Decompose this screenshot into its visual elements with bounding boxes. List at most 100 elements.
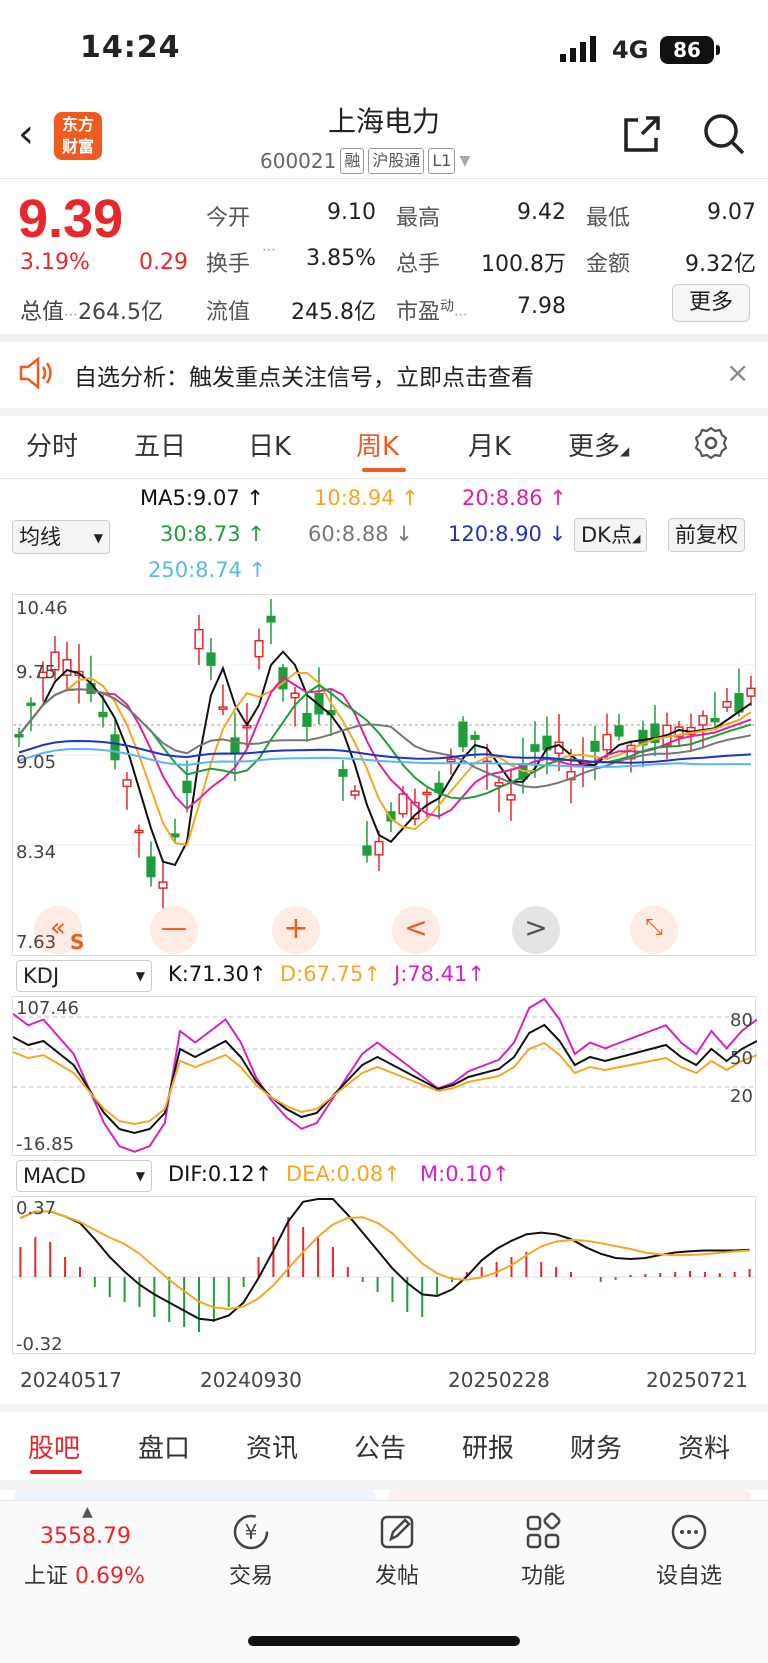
- tab-five-day[interactable]: 五日: [134, 426, 186, 463]
- section-gap: [0, 1480, 768, 1490]
- tab-announcements[interactable]: 公告: [354, 1428, 406, 1465]
- x-date: 20240930: [200, 1368, 302, 1392]
- kdj-chart[interactable]: [12, 996, 758, 1156]
- ma20-text: 20:8.86: [462, 486, 543, 510]
- svg-text:¥: ¥: [245, 1520, 258, 1544]
- total-cap: 总值⋯264.5亿: [20, 300, 163, 325]
- section-gap: [0, 1404, 768, 1412]
- tab-monthly-k[interactable]: 月K: [468, 426, 511, 463]
- current-price: 9.39: [18, 189, 124, 249]
- indicator-select[interactable]: 均线 ▼: [12, 520, 110, 554]
- index-name-text: 上证: [24, 1564, 69, 1589]
- candle-body: [506, 794, 516, 801]
- more-button[interactable]: 更多: [672, 284, 750, 322]
- dropdown-icon: ▼: [93, 531, 103, 545]
- zoom-out-button[interactable]: —: [150, 906, 198, 954]
- zoom-in-button[interactable]: +: [272, 906, 320, 954]
- edit-icon: [380, 1515, 414, 1549]
- gear-icon[interactable]: [694, 426, 728, 460]
- tag-connect: 沪股通: [368, 148, 425, 174]
- candle-body: [158, 881, 168, 889]
- quote-label-float: 流值: [206, 300, 251, 325]
- ma60-text: 60:8.88: [308, 522, 389, 546]
- macd-dea-text: DEA:0.08: [286, 1162, 384, 1186]
- macd-svg: [13, 1198, 757, 1332]
- grid-icon: [526, 1512, 561, 1549]
- tab-more[interactable]: 更多◢: [568, 426, 629, 463]
- status-time: 14:24: [80, 30, 181, 65]
- macd-select[interactable]: MACD ▼: [16, 1160, 152, 1192]
- expand-icon[interactable]: ⤡: [630, 906, 678, 954]
- adjust-button[interactable]: 前复权: [668, 518, 745, 552]
- tag-level: L1: [428, 148, 456, 174]
- caret-icon: ◢: [620, 444, 630, 458]
- kdj-select[interactable]: KDJ ▼: [16, 960, 152, 992]
- macd-dif-line: [20, 1198, 750, 1322]
- kdj-level-80: 80: [730, 1010, 753, 1031]
- macd-chart[interactable]: [12, 1196, 757, 1354]
- candle-body: [182, 780, 192, 794]
- kdj-k-line: [12, 1023, 758, 1135]
- nav-functions[interactable]: 功能: [488, 1512, 598, 1590]
- tab-more-label: 更多: [568, 432, 621, 462]
- candle-body: [374, 840, 384, 856]
- kline-y-label: 8.34: [16, 842, 57, 863]
- candle-body: [134, 829, 144, 834]
- macd-dea: DEA:0.08↑: [286, 1162, 401, 1186]
- macd-dif-text: DIF:0.12: [168, 1162, 255, 1186]
- index-value[interactable]: 3558.79: [40, 1524, 131, 1549]
- candle-body: [194, 628, 204, 650]
- tab-timeshare[interactable]: 分时: [26, 426, 78, 463]
- chevron-down-icon: ▼: [459, 153, 471, 169]
- tab-orderbook[interactable]: 盘口: [138, 1428, 190, 1465]
- kdj-k-text: K:71.30: [168, 962, 249, 986]
- quote-label-turnover: 换手: [206, 252, 251, 277]
- quote-label-pe: 市盈动⋯: [396, 298, 469, 325]
- kdj-d-line: [12, 1041, 758, 1126]
- banner-text[interactable]: 自选分析：触发重点关注信号，立即点击查看: [74, 358, 534, 392]
- dropdown-icon: ▼: [135, 1169, 145, 1183]
- indicator-select-label: 均线: [19, 525, 61, 549]
- share-icon[interactable]: [620, 112, 664, 156]
- quote-value-high: 9.42: [517, 200, 566, 225]
- candle-body: [338, 769, 348, 777]
- search-icon[interactable]: [702, 112, 746, 156]
- tab-forum[interactable]: 股吧: [28, 1428, 80, 1465]
- next-button[interactable]: >: [512, 906, 560, 954]
- index-name[interactable]: 上证 0.69%: [24, 1558, 145, 1590]
- network-type: 4G: [612, 36, 649, 64]
- tab-research[interactable]: 研报: [462, 1428, 514, 1465]
- nav-add-watchlist[interactable]: 设自选: [634, 1512, 744, 1590]
- total-cap-value: 264.5亿: [78, 300, 163, 325]
- tab-profile[interactable]: 资料: [678, 1428, 730, 1465]
- ma10-value: 10:8.94 ↑: [314, 486, 419, 510]
- tab-weekly-k[interactable]: 周K: [356, 426, 399, 463]
- nav-post[interactable]: 发帖: [342, 1512, 452, 1590]
- tab-news[interactable]: 资讯: [246, 1428, 298, 1465]
- tab-finance[interactable]: 财务: [570, 1428, 622, 1465]
- candle-body: [590, 740, 600, 752]
- kdj-j-text: J:78.41: [394, 962, 468, 986]
- ma5-value: MA5:9.07 ↑: [140, 486, 264, 510]
- dk-point-button[interactable]: DK点◢: [574, 518, 648, 552]
- candle-body: [206, 652, 216, 666]
- kdj-y-bottom: -16.85: [16, 1134, 75, 1155]
- info-icon[interactable]: ⋯: [262, 242, 276, 258]
- nav-trade[interactable]: ¥ 交易: [196, 1512, 306, 1590]
- prev-button[interactable]: <: [392, 906, 440, 954]
- tab-daily-k[interactable]: 日K: [248, 426, 291, 463]
- kdj-j: J:78.41↑: [394, 962, 485, 986]
- stock-meta[interactable]: 600021 融 沪股通 L1 ▼: [260, 146, 470, 176]
- candle-body: [398, 793, 408, 815]
- kdj-d-text: D:67.75: [280, 962, 364, 986]
- ma60-value: 60:8.88 ↓: [308, 522, 413, 546]
- kline-y-label: 9.05: [16, 752, 57, 773]
- candle-body: [290, 692, 300, 699]
- header-divider: [0, 178, 768, 179]
- ma30-text: 30:8.73: [160, 522, 241, 546]
- kline-chart[interactable]: [12, 594, 757, 956]
- close-icon[interactable]: ×: [726, 356, 749, 389]
- kline-svg: [13, 599, 757, 909]
- signal-s-label: S: [70, 930, 85, 954]
- candle-body: [602, 733, 612, 751]
